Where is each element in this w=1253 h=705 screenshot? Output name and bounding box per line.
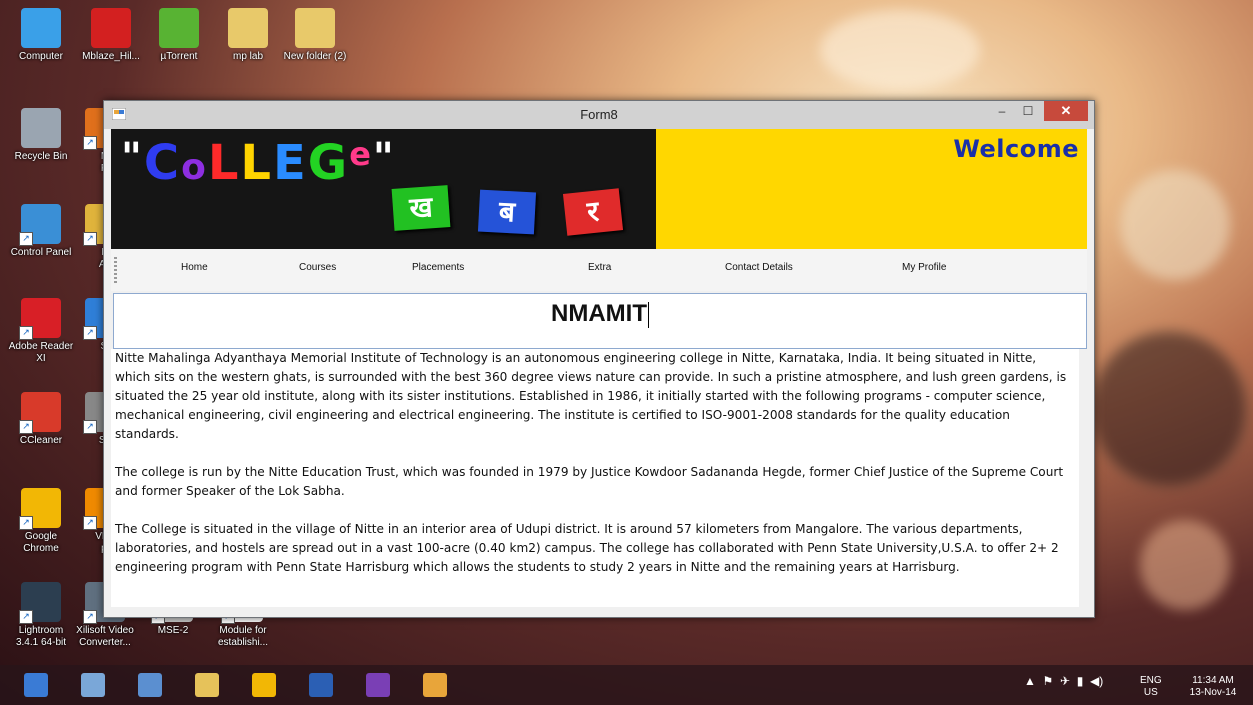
wallpaper-bokeh (1120, 170, 1230, 280)
desktop-icon[interactable]: ↗ Lightroom 3.4.1 64-bit (8, 582, 74, 649)
desktop-icon[interactable]: µTorrent (146, 8, 212, 63)
desktop-icon[interactable]: New folder (2) (282, 8, 348, 63)
title-bar[interactable]: Form8 – ☐ ✕ (104, 101, 1094, 129)
desktop-icon-label: MSE-2 (157, 625, 189, 636)
wallpaper-bokeh (1090, 330, 1248, 488)
desktop-icon[interactable]: ↗ Google Chrome (8, 488, 74, 555)
wallpaper-bokeh (820, 10, 980, 90)
language-indicator[interactable]: ENG US (1140, 675, 1162, 699)
header-banner: "CoLLEGe" ख ब र Welcome (111, 129, 1087, 249)
desktop-icon[interactable]: Mblaze_Hil... (78, 8, 144, 63)
desktop-icon[interactable]: ↗ Adobe Reader XI (8, 298, 74, 365)
folder-icon (228, 8, 268, 48)
taskbar-app[interactable] (128, 669, 172, 701)
menu-item-home[interactable]: Home (181, 262, 208, 273)
logo-tile-ra: र (562, 188, 624, 236)
calculator-icon (138, 673, 162, 697)
taskbar-app[interactable] (242, 669, 286, 701)
visual-studio-icon (366, 673, 390, 697)
desktop-icon-label: mp lab (232, 51, 263, 62)
desktop-icon-label: Recycle Bin (14, 151, 68, 162)
menu-item-courses[interactable]: Courses (299, 262, 336, 273)
description-paragraph: The College is situated in the village o… (115, 522, 1059, 574)
form-client-area: "CoLLEGe" ख ब र Welcome Home Courses Pla… (111, 129, 1087, 609)
taskbar: ▲ ⚑ ✈ ▮ ◀) ENG US 11:34 AM 13-Nov-14 (0, 665, 1253, 705)
window-title: Form8 (580, 107, 618, 122)
menu-item-contact-details[interactable]: Contact Details (725, 262, 793, 273)
college-khabar-logo: "CoLLEGe" ख ब र (111, 129, 656, 249)
taskbar-app[interactable] (299, 669, 343, 701)
ccleaner-icon: ↗ (19, 392, 61, 434)
desktop-icon-label: Xilisoft Video Converter... (76, 625, 134, 648)
adobe-reader-icon: ↗ (19, 298, 61, 340)
folder-icon (295, 8, 335, 48)
description-paragraph: Nitte Mahalinga Adyanthaya Memorial Inst… (115, 351, 1067, 441)
desktop-icon-label: Lightroom 3.4.1 64-bit (15, 625, 67, 648)
menu-grip (114, 257, 117, 283)
tray-icons[interactable]: ▲ ⚑ ✈ ▮ ◀) (1024, 675, 1103, 687)
desktop-icon-label: Adobe Reader XI (8, 341, 74, 364)
logo-tile-ba: ब (477, 189, 537, 235)
taskbar-app[interactable] (356, 669, 400, 701)
desktop-icon[interactable]: Recycle Bin (8, 108, 74, 163)
desktop-icon-label: Mblaze_Hil... (82, 51, 140, 62)
winforms-app-icon (423, 673, 447, 697)
text-caret (647, 301, 649, 328)
desktop-icon-label: Computer (19, 51, 63, 62)
description-richtextbox[interactable]: Nitte Mahalinga Adyanthaya Memorial Inst… (111, 349, 1079, 607)
taskbar-app[interactable] (413, 669, 457, 701)
chrome-icon: ↗ (19, 488, 61, 530)
logo-tile-kha: ख (391, 185, 451, 231)
photo-viewer-icon (81, 673, 105, 697)
chrome-icon (252, 673, 276, 697)
lightroom-icon: ↗ (19, 582, 61, 624)
desktop-icon[interactable]: ↗ CCleaner (8, 392, 74, 447)
search-icon (24, 673, 48, 697)
logo-college-text: "CoLLEGe" (121, 135, 396, 191)
minimize-button[interactable]: – (988, 101, 1016, 121)
file-explorer-icon (195, 673, 219, 697)
menu-item-my-profile[interactable]: My Profile (902, 262, 946, 273)
menu-strip: Home Courses Placements Extra Contact De… (111, 249, 1087, 291)
control-panel-icon: ↗ (19, 204, 61, 246)
recycle-bin-icon (21, 108, 61, 148)
maximize-button[interactable]: ☐ (1014, 101, 1042, 121)
desktop-icon-label: Control Panel (10, 247, 72, 258)
desktop-icon-label: CCleaner (19, 435, 63, 446)
taskbar-app[interactable] (185, 669, 229, 701)
close-button[interactable]: ✕ (1044, 101, 1088, 121)
taskbar-app[interactable] (71, 669, 115, 701)
form8-window: Form8 – ☐ ✕ "CoLLEGe" ख ब र Welcome Home… (103, 100, 1095, 618)
desktop-icon-label: µTorrent (160, 51, 198, 62)
title-textbox[interactable]: NMAMIT (113, 293, 1087, 349)
title-textbox-value: NMAMIT (551, 300, 647, 327)
desktop-icon-label: Module for establishi... (217, 625, 269, 648)
description-paragraph: The college is run by the Nitte Educatio… (115, 465, 1064, 498)
menu-item-extra[interactable]: Extra (588, 262, 611, 273)
desktop-icon[interactable]: ↗ Control Panel (8, 204, 74, 259)
welcome-panel: Welcome (656, 129, 1087, 249)
menu-item-placements[interactable]: Placements (412, 262, 464, 273)
desktop-icon[interactable]: Computer (8, 8, 74, 63)
clock[interactable]: 11:34 AM 13-Nov-14 (1178, 675, 1248, 699)
desktop-icon-label: Google Chrome (23, 531, 59, 554)
desktop-icon[interactable]: mp lab (215, 8, 281, 63)
wallpaper-bokeh (1140, 520, 1230, 610)
mblaze-icon (91, 8, 131, 48)
computer-icon (21, 8, 61, 48)
welcome-label: Welcome (953, 135, 1079, 163)
word-icon (309, 673, 333, 697)
desktop-icon-label: New folder (2) (283, 51, 347, 62)
taskbar-app[interactable] (14, 669, 58, 701)
utorrent-icon (159, 8, 199, 48)
